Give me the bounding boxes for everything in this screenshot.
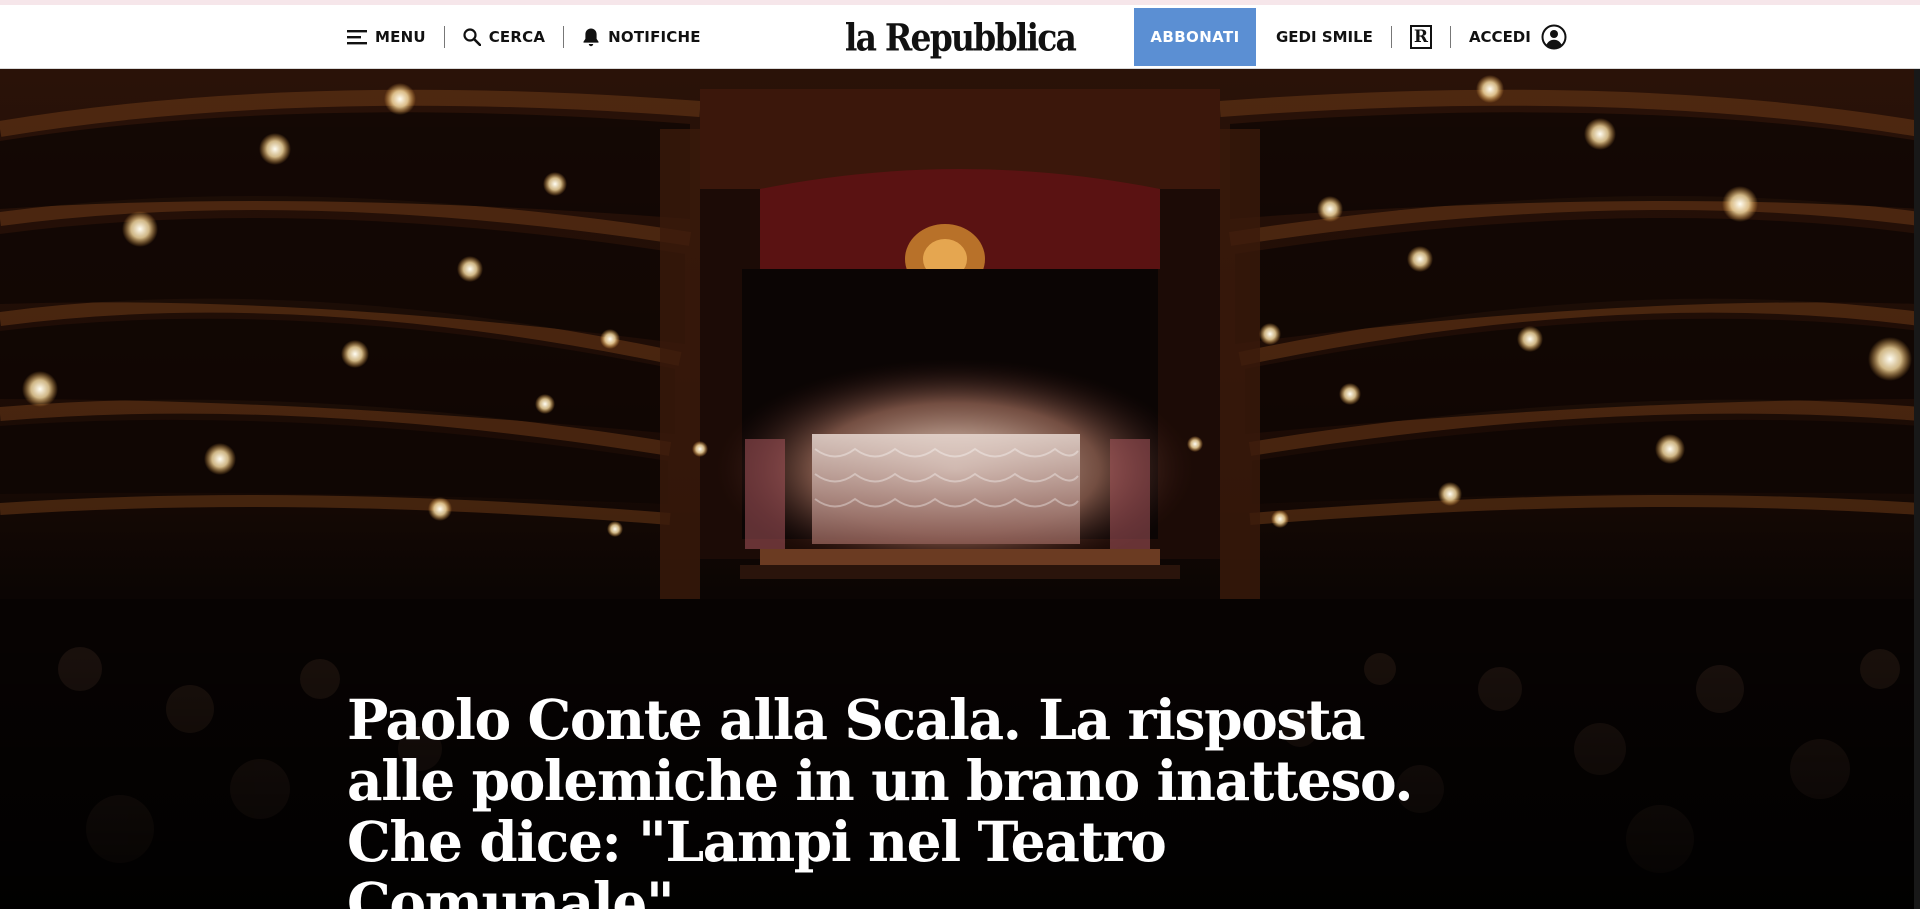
divider [443,26,445,48]
hero-image: Paolo Conte alla Scala. La risposta alle… [0,69,1920,909]
divider [563,26,565,48]
article-headline[interactable]: Paolo Conte alla Scala. La risposta alle… [347,689,1447,909]
login-label: ACCEDI [1468,28,1531,46]
notifications-button[interactable]: NOTIFICHE [582,27,701,47]
logo-wrapper: la Repubblica [0,5,1920,69]
divider [1390,26,1392,48]
notifications-label: NOTIFICHE [608,28,701,46]
search-label: CERCA [488,28,546,46]
search-button[interactable]: CERCA [463,28,545,46]
rep-badge-link[interactable]: R [1409,25,1432,49]
scrollbar[interactable] [1914,69,1920,909]
divider [1449,26,1451,48]
menu-button[interactable]: MENU [347,28,426,46]
user-icon [1541,24,1567,50]
menu-icon [347,30,367,45]
search-icon [463,28,481,46]
bell-icon [583,28,599,47]
header-right-nav: ABBONATI GEDI SMILE R ACCEDI [1134,5,1567,69]
subscribe-button[interactable]: ABBONATI [1134,8,1256,66]
menu-label: MENU [375,28,426,46]
gedi-smile-link[interactable]: GEDI SMILE [1276,28,1373,46]
login-button[interactable]: ACCEDI [1469,24,1567,50]
site-header: MENU CERCA NOTIFICHE la Repubblica ABBON… [0,5,1920,69]
header-left-nav: MENU CERCA NOTIFICHE [347,5,701,69]
site-logo[interactable]: la Repubblica [845,15,1077,59]
